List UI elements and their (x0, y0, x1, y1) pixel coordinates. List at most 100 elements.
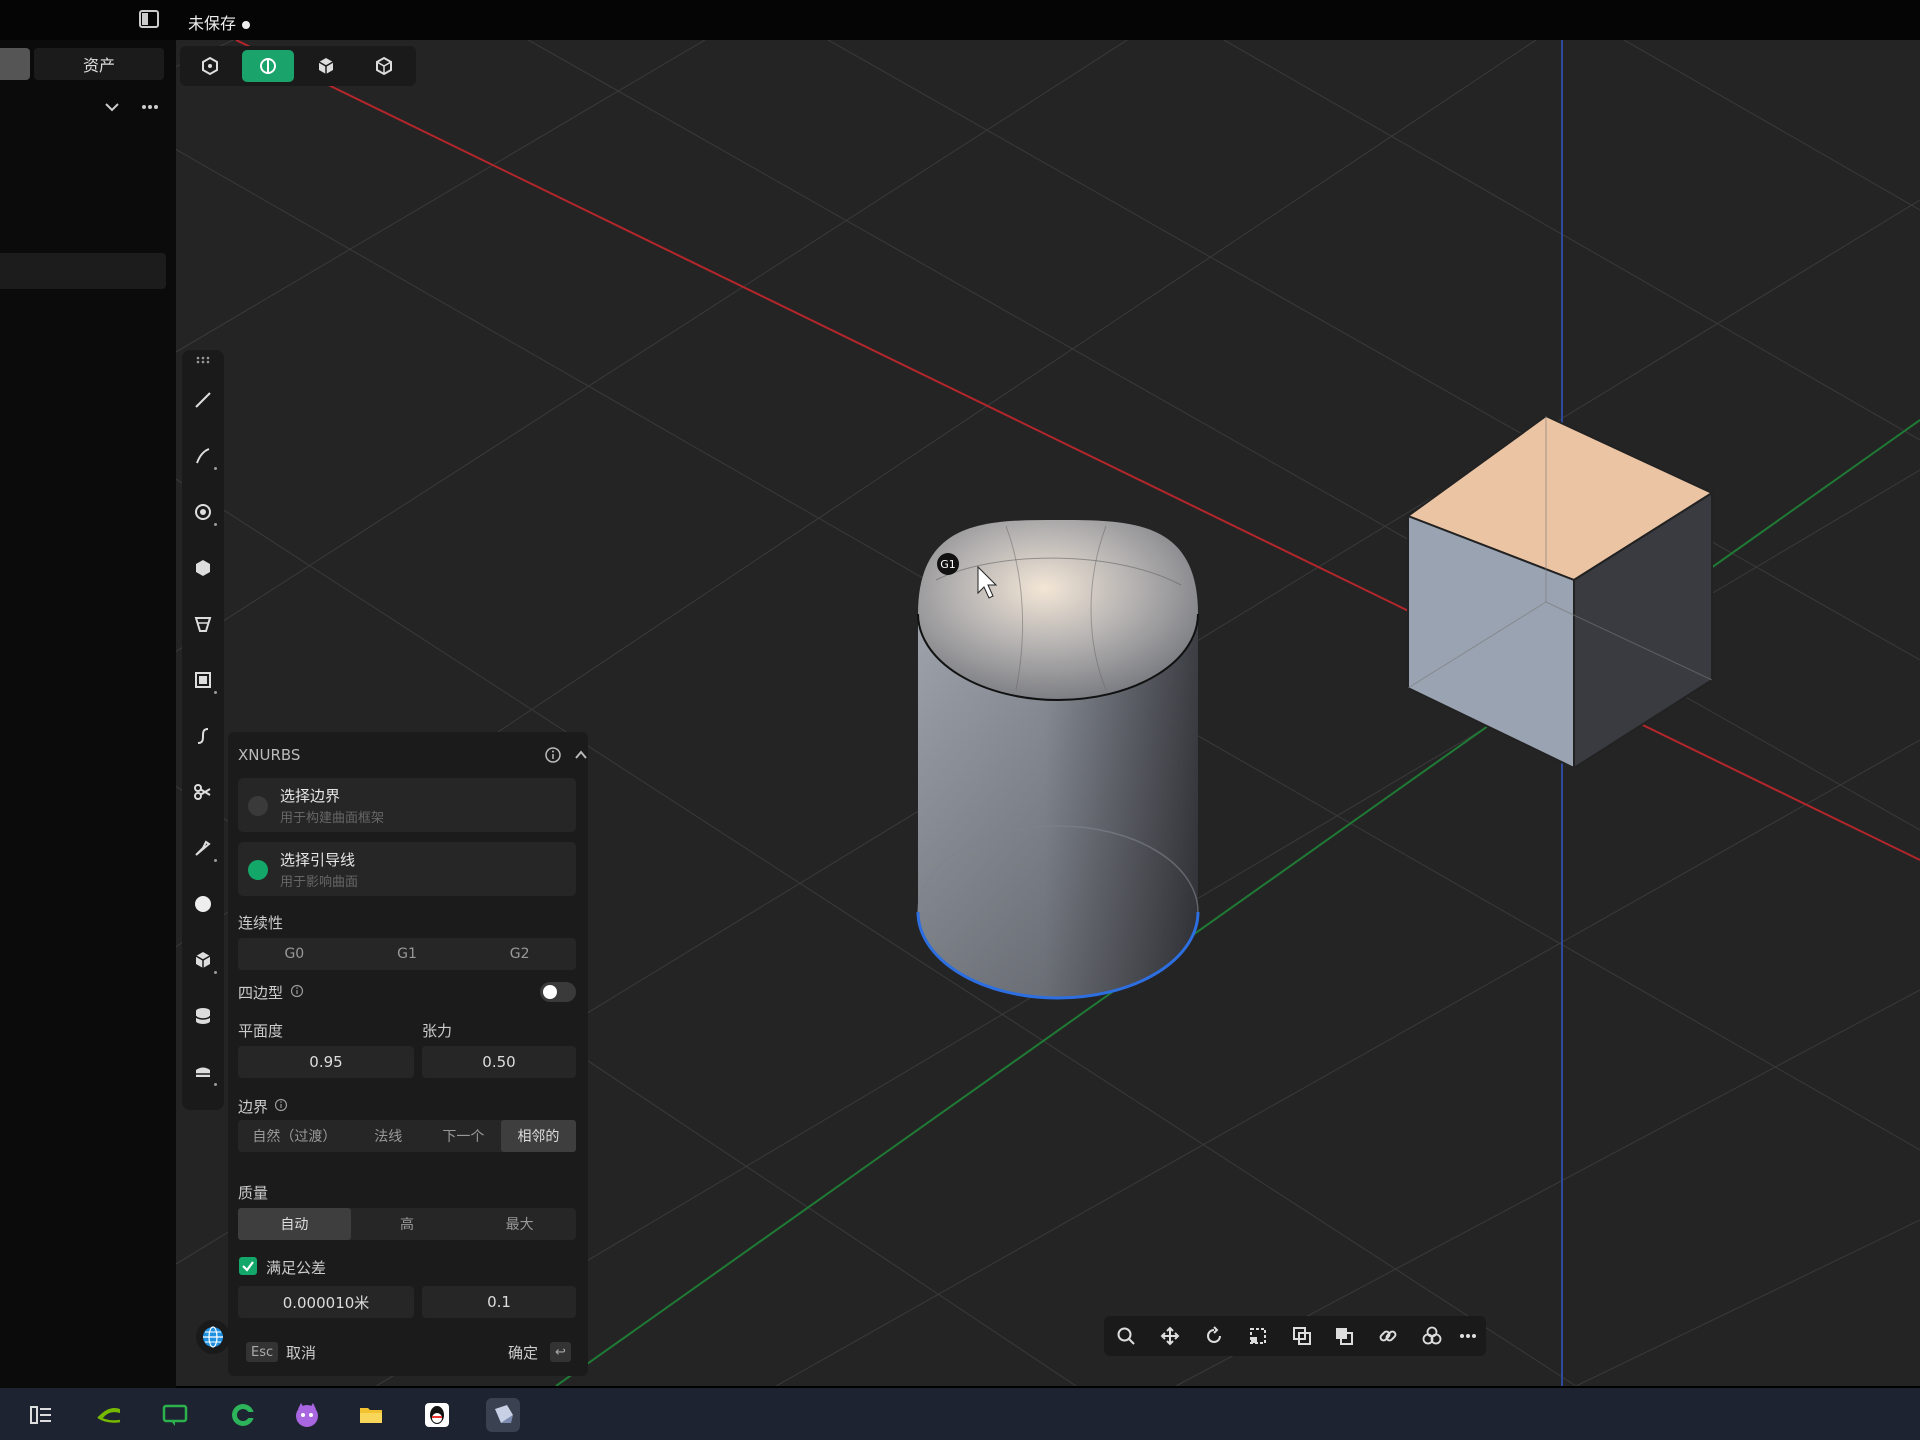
hexagon-outline-icon (202, 56, 218, 76)
taskbar-browser[interactable] (226, 1398, 260, 1432)
tool-polygon[interactable] (187, 552, 219, 584)
chevron-down-icon[interactable] (102, 100, 122, 116)
move-button[interactable] (1158, 1324, 1182, 1348)
panel-toggle-icon[interactable] (139, 10, 159, 28)
sidebar-tab-assets[interactable]: 资产 (34, 48, 164, 80)
sidebar-list-item[interactable] (0, 253, 166, 289)
boundary-option-next[interactable]: 下一个 (426, 1120, 501, 1152)
view-mode-button-1[interactable] (184, 50, 236, 82)
sidebar-tab-scene[interactable] (0, 48, 30, 80)
search-icon (1117, 1327, 1135, 1345)
tool-sphere[interactable] (187, 888, 219, 920)
tolerance-checkbox[interactable] (238, 1256, 258, 1276)
link-button[interactable] (1376, 1324, 1400, 1348)
unsaved-dot (242, 20, 251, 29)
quality-option-max[interactable]: 最大 (463, 1208, 576, 1240)
quality-option-high[interactable]: 高 (351, 1208, 464, 1240)
continuity-option-g0[interactable]: G0 (238, 938, 351, 970)
cone-icon (194, 617, 212, 632)
group-icon (1422, 1326, 1442, 1345)
cat-icon (296, 1403, 318, 1427)
copy-button[interactable] (1290, 1324, 1314, 1348)
taskbar-cad-app[interactable] (486, 1398, 520, 1432)
taskbar-cat-app[interactable] (290, 1398, 324, 1432)
boolean-button[interactable] (1332, 1324, 1356, 1348)
line-icon (195, 392, 211, 408)
taskbar-chat[interactable] (158, 1398, 192, 1432)
taskbar-nvidia[interactable] (92, 1398, 126, 1432)
boundary-option-natural[interactable]: 自然（过渡） (238, 1120, 351, 1152)
boundary-option-adjacent[interactable]: 相邻的 (500, 1120, 576, 1152)
confirm-button[interactable]: 确定 (508, 1342, 538, 1363)
cube-wire-icon (376, 56, 392, 76)
select-guide-hint: 用于影响曲面 (280, 875, 359, 890)
select-boundary-option[interactable]: 选择边界 用于构建曲面框架 (238, 778, 576, 832)
more-button[interactable] (1456, 1324, 1480, 1348)
tool-extrude[interactable] (187, 1056, 219, 1088)
taskbar-taskview[interactable] (24, 1398, 58, 1432)
move-icon (1160, 1326, 1180, 1346)
tolerance-distance-input[interactable]: 0.000010米 (238, 1286, 414, 1318)
folder-icon (360, 1408, 382, 1423)
taskbar-qq[interactable] (420, 1398, 454, 1432)
quad-toggle[interactable] (540, 982, 576, 1002)
flatness-input[interactable]: 0.95 (238, 1046, 414, 1078)
hexagon-icon (196, 560, 210, 576)
tool-circle[interactable] (187, 496, 219, 528)
cylinder-object[interactable] (916, 520, 1200, 1000)
tool-line[interactable] (187, 384, 219, 416)
globe-button[interactable] (196, 1320, 230, 1354)
rotate-icon (1207, 1326, 1221, 1343)
tension-label: 张力 (422, 1022, 453, 1040)
knife-icon (195, 840, 211, 856)
cube-solid-icon (318, 58, 334, 74)
view-mode-button-2[interactable] (242, 50, 294, 82)
view-mode-button-3[interactable] (300, 50, 352, 82)
view-mode-button-4[interactable] (358, 50, 410, 82)
continuity-option-g2[interactable]: G2 (463, 938, 576, 970)
tension-input[interactable]: 0.50 (422, 1046, 576, 1078)
curve-icon (197, 728, 209, 744)
tool-curve[interactable] (187, 720, 219, 752)
cube-object[interactable] (1405, 414, 1715, 770)
group-button[interactable] (1420, 1324, 1444, 1348)
tool-arc[interactable] (187, 440, 219, 472)
info-icon[interactable] (544, 746, 562, 764)
quality-option-auto[interactable]: 自动 (238, 1208, 351, 1240)
tool-split[interactable] (187, 832, 219, 864)
tolerance-label: 满足公差 (266, 1259, 327, 1277)
view-mode-toolbar (180, 46, 416, 86)
tool-trim[interactable] (187, 776, 219, 808)
select-guide-radio[interactable] (248, 860, 268, 880)
qq-icon (425, 1403, 449, 1427)
copy-icon (1293, 1327, 1311, 1345)
drag-handle-icon[interactable] (195, 356, 211, 364)
taskbar-folder[interactable] (354, 1398, 388, 1432)
extrude-icon (196, 1067, 210, 1077)
search-button[interactable] (1114, 1324, 1138, 1348)
quad-info-icon[interactable] (290, 984, 304, 998)
select-boundary-radio[interactable] (248, 796, 268, 816)
circle-icon (195, 504, 211, 520)
flatness-label: 平面度 (238, 1022, 284, 1040)
cancel-button[interactable]: 取消 (286, 1342, 316, 1363)
tolerance-angle-input[interactable]: 0.1 (422, 1286, 576, 1318)
select-guide-label: 选择引导线 (280, 851, 356, 869)
tool-box[interactable] (187, 944, 219, 976)
more-icon[interactable] (140, 102, 160, 112)
rotate-button[interactable] (1202, 1324, 1226, 1348)
quality-label: 质量 (238, 1184, 269, 1202)
boundary-info-icon[interactable] (274, 1098, 288, 1112)
tool-rectangle[interactable] (187, 664, 219, 696)
left-sidebar: 资产 (0, 40, 176, 1390)
3d-viewport[interactable]: G1 XNURBS 选择边界 用于构建曲面框架 选择引导线 用于影响曲面 连续性… (176, 40, 1920, 1386)
boundary-option-normal[interactable]: 法线 (351, 1120, 426, 1152)
continuity-option-g1[interactable]: G1 (351, 938, 464, 970)
scale-button[interactable] (1246, 1324, 1270, 1348)
tool-cylinder[interactable] (187, 1000, 219, 1032)
select-guide-option[interactable]: 选择引导线 用于影响曲面 (238, 842, 576, 896)
os-taskbar (0, 1388, 1920, 1440)
chevron-up-icon[interactable] (572, 746, 590, 764)
tool-cone[interactable] (187, 608, 219, 640)
g1-marker[interactable]: G1 (937, 553, 959, 575)
